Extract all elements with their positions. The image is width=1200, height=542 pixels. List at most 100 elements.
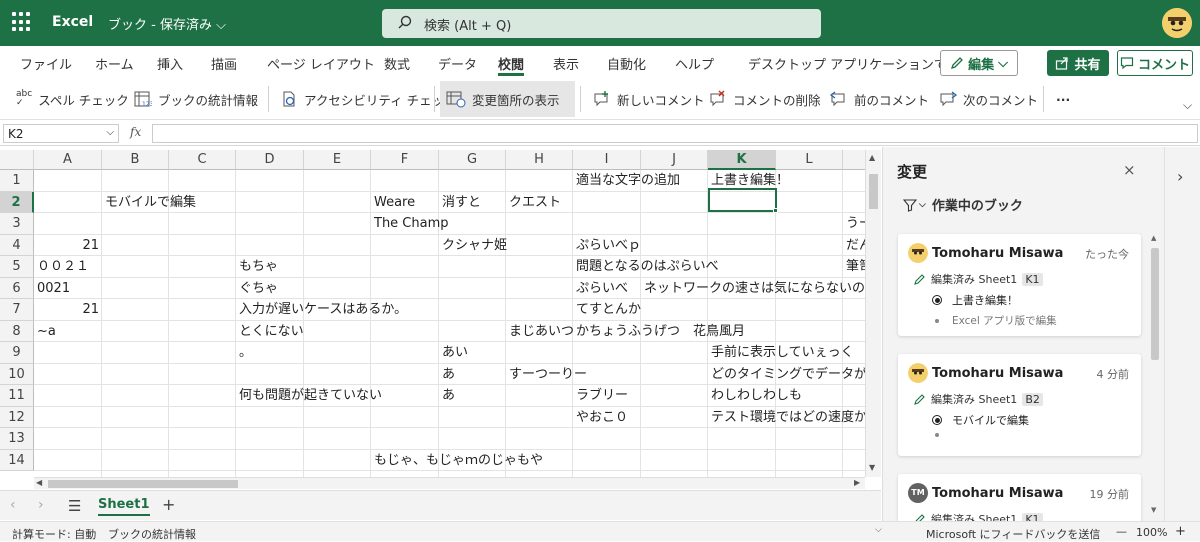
cell-d5[interactable]: もちゃ — [236, 256, 278, 277]
change-card[interactable]: Tomoharu Misawa たった今 編集済み Sheet1 K1 上書き編… — [898, 234, 1141, 336]
row-header-11[interactable]: 11 — [0, 385, 34, 407]
cell-d9[interactable]: 。 — [236, 342, 252, 363]
name-box[interactable]: K2 ⌵ — [3, 124, 119, 143]
cell-k10[interactable]: どのタイミングでデータが — [708, 364, 865, 385]
cell-j6[interactable]: ネットワークの速さは気にならないの — [641, 278, 865, 299]
prev-sheet-icon[interactable]: ‹ — [10, 497, 16, 513]
cell-f14[interactable]: もじゃ、もじゃｍのじゃもや — [371, 450, 543, 471]
cell-a4[interactable]: 21 — [34, 235, 102, 256]
cell-h8[interactable]: まじあいつ — [506, 321, 574, 342]
show-changes-button[interactable]: 変更箇所の表示 — [440, 81, 575, 117]
scroll-down-icon[interactable]: ▼ — [1151, 506, 1156, 514]
document-title[interactable]: ブック - 保存済み ⌵ — [108, 14, 226, 33]
row-header-5[interactable]: 5 — [0, 256, 34, 278]
zoom-in-button[interactable]: + — [1175, 524, 1186, 539]
cell-m5[interactable]: 筆笥 — [843, 256, 865, 277]
row-header-4[interactable]: 4 — [0, 234, 34, 256]
edit-mode-button[interactable]: 編集 ⌵ — [940, 50, 1018, 76]
cell-i4[interactable]: ぷらいべｐ — [573, 235, 641, 256]
scroll-left-icon[interactable]: ◀ — [36, 478, 42, 487]
row-header-13[interactable]: 13 — [0, 428, 34, 450]
select-all-corner[interactable] — [0, 150, 34, 170]
scroll-up-icon[interactable]: ▲ — [869, 153, 875, 162]
cell-g4[interactable]: クシャナ姫 — [439, 235, 507, 256]
change-card[interactable]: Tomoharu Misawa 4 分前 編集済み Sheet1 B2 モバイル… — [898, 354, 1141, 456]
zoom-level[interactable]: 100% — [1136, 526, 1167, 539]
tab-automate[interactable]: 自動化 — [607, 54, 646, 73]
more-options-button[interactable]: ··· — [1050, 81, 1076, 117]
cell-i7[interactable]: てすとんか — [573, 299, 641, 320]
delete-comment-button[interactable]: コメントの削除 — [703, 81, 827, 117]
horizontal-scrollbar[interactable]: ◀ ▶ — [34, 477, 865, 489]
tab-insert[interactable]: 挿入 — [157, 54, 183, 73]
cell-k12[interactable]: テスト環境ではどの速度か — [708, 407, 865, 428]
cell-a5[interactable]: ００２１ — [34, 256, 89, 277]
change-card[interactable]: TM Tomoharu Misawa 19 分前 編集済み Sheet1 K1 — [898, 474, 1141, 521]
cell-g2[interactable]: 消すと — [439, 192, 481, 213]
function-icon[interactable]: fx — [130, 125, 141, 139]
cell-reference-badge[interactable]: B2 — [1022, 392, 1043, 406]
close-pane-button[interactable]: × — [1123, 161, 1136, 179]
ribbon-collapse-icon[interactable]: ⌵ — [1183, 98, 1192, 113]
search-box[interactable]: 検索 (Alt + Q) — [382, 9, 821, 38]
cell-a7[interactable]: 21 — [34, 299, 102, 320]
cell-g11[interactable]: あ — [439, 385, 455, 406]
tab-home[interactable]: ホーム — [95, 54, 134, 73]
sheet-tab-sheet1[interactable]: Sheet1 — [98, 497, 150, 516]
row-header-8[interactable]: 8 — [0, 320, 34, 342]
next-sheet-icon[interactable]: › — [38, 497, 44, 513]
scroll-up-icon[interactable]: ▲ — [1151, 234, 1156, 242]
active-cell-selection[interactable] — [708, 188, 777, 212]
cell-i11[interactable]: ラブリー — [573, 385, 628, 406]
chevron-down-icon[interactable]: ⌵ — [875, 525, 882, 535]
cell-reference-badge[interactable]: K1 — [1022, 272, 1043, 286]
tab-review[interactable]: 校閲 — [498, 54, 524, 73]
cell-g9[interactable]: あい — [439, 342, 468, 363]
h-scrollbar-thumb[interactable] — [48, 480, 238, 488]
add-sheet-button[interactable]: + — [162, 495, 175, 514]
cell-d7[interactable]: 入力が遅いケースはあるか。 — [236, 299, 407, 320]
cell-a8[interactable]: ~a — [34, 321, 56, 342]
next-comment-button[interactable]: 次のコメント — [933, 81, 1044, 117]
workbook-statistics-button[interactable]: 123 ブックの統計情報 — [128, 81, 264, 117]
column-header-f[interactable]: F — [371, 150, 439, 170]
row-header-9[interactable]: 9 — [0, 342, 34, 364]
cell-h10[interactable]: すーつーりー — [506, 364, 587, 385]
scroll-down-icon[interactable]: ▼ — [869, 463, 875, 472]
cell-i8[interactable]: かちょうふうげつ 花鳥風月 — [573, 321, 745, 342]
cell-m4[interactable]: だん — [843, 235, 865, 256]
cell-k11[interactable]: わしわしわしも — [708, 385, 802, 406]
calculation-mode[interactable]: 計算モード: 自動 — [12, 526, 96, 542]
cell-f3[interactable]: The Champ — [371, 213, 449, 234]
app-name[interactable]: Excel — [52, 14, 93, 30]
scroll-right-icon[interactable]: ▶ — [854, 478, 860, 487]
cell-k9[interactable]: 手前に表示していぇっく — [708, 342, 854, 363]
row-header-1[interactable]: 1 — [0, 170, 34, 192]
cell-a6[interactable]: 0021 — [34, 278, 70, 299]
pane-scrollbar-thumb[interactable] — [1151, 248, 1159, 360]
tab-draw[interactable]: 描画 — [211, 54, 237, 73]
row-header-2[interactable]: 2 — [0, 191, 34, 213]
tab-formulas[interactable]: 数式 — [384, 54, 410, 73]
column-header-e[interactable]: E — [304, 150, 371, 170]
app-launcher-icon[interactable] — [12, 12, 32, 32]
column-header-b[interactable]: B — [102, 150, 169, 170]
row-header-12[interactable]: 12 — [0, 406, 34, 428]
tab-file[interactable]: ファイル — [20, 54, 72, 73]
tab-data[interactable]: データ — [438, 54, 477, 73]
cell-i6[interactable]: ぷらいべ — [573, 278, 628, 299]
zoom-out-button[interactable]: — — [1116, 525, 1127, 538]
row-header-14[interactable]: 14 — [0, 449, 34, 471]
formula-input[interactable] — [152, 124, 1198, 143]
cell-f2[interactable]: Weare — [371, 192, 415, 213]
row-header-6[interactable]: 6 — [0, 277, 34, 299]
fill-handle[interactable] — [773, 208, 778, 213]
tab-help[interactable]: ヘルプ — [675, 54, 714, 73]
row-header-3[interactable]: 3 — [0, 213, 34, 235]
previous-comment-button[interactable]: 前のコメント — [824, 81, 935, 117]
cell-m3[interactable]: うー — [843, 213, 865, 234]
cell-reference-badge[interactable]: K1 — [1022, 512, 1043, 521]
new-comment-button[interactable]: 新しいコメント — [587, 81, 711, 117]
spell-check-button[interactable]: abc ✓ スペル チェック — [10, 81, 135, 117]
column-header-j[interactable]: J — [641, 150, 708, 170]
